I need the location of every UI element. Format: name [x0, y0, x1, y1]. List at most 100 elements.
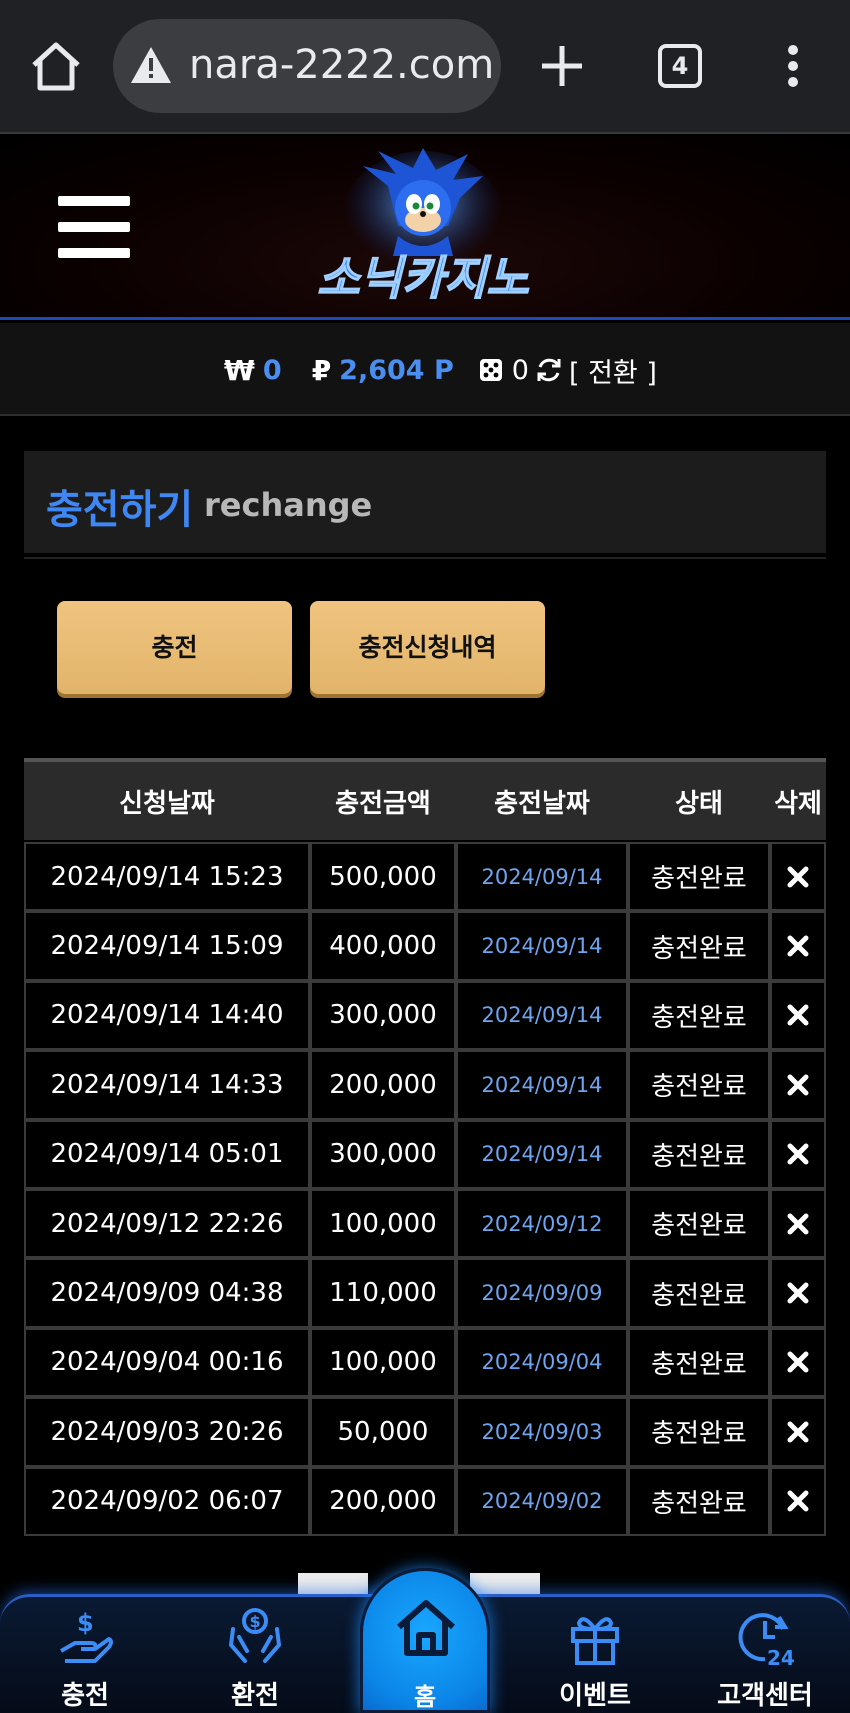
cell-charge-date: 2024/09/04 [456, 1327, 628, 1398]
nav-exchange-label: 환전 [231, 1681, 279, 1711]
cell-charge-date: 2024/09/03 [456, 1397, 628, 1467]
cell-status: 충전완료 [628, 1119, 770, 1189]
close-icon [787, 866, 809, 888]
table-row: 2024/09/04 00:16 100,000 2024/09/04 충전완료 [24, 1327, 826, 1398]
header-request-date: 신청날짜 [119, 788, 215, 819]
address-bar[interactable]: nara-2222.com [113, 19, 501, 113]
cell-request-date: 2024/09/14 14:33 [24, 1050, 310, 1120]
cell-request-date: 2024/09/04 00:16 [24, 1327, 310, 1398]
dice-balance: 0 [511, 354, 529, 386]
divider [24, 557, 826, 559]
warning-icon[interactable] [129, 45, 173, 85]
cell-amount: 400,000 [310, 911, 456, 981]
delete-button[interactable] [770, 1050, 826, 1120]
cell-request-date: 2024/09/14 05:01 [24, 1119, 310, 1189]
header-amount: 충전금액 [335, 788, 431, 819]
cell-charge-date: 2024/09/12 [456, 1188, 628, 1259]
section-header: 충전하기 rechange [24, 451, 826, 553]
cell-charge-date: 2024/09/02 [456, 1466, 628, 1536]
cell-amount: 200,000 [310, 1050, 456, 1120]
charge-history-table: 신청날짜 충전금액 충전날짜 상태 삭제 2024/09/14 15:23 500… [24, 758, 826, 1536]
home-icon[interactable] [28, 38, 84, 94]
cell-charge-date: 2024/09/14 [456, 842, 628, 912]
browser-toolbar: nara-2222.com 4 [0, 0, 850, 134]
header-status: 상태 [675, 788, 723, 819]
page-title: 충전하기 [46, 487, 194, 533]
cell-status: 충전완료 [628, 1050, 770, 1120]
site-header: 소닉카지노 [0, 136, 850, 320]
table-row: 2024/09/14 14:40 300,000 2024/09/14 충전완료 [24, 980, 826, 1051]
cell-charge-date: 2024/09/14 [456, 980, 628, 1051]
delete-button[interactable] [770, 842, 826, 912]
cell-status: 충전완료 [628, 1327, 770, 1398]
table-row: 2024/09/14 15:23 500,000 2024/09/14 충전완료 [24, 842, 826, 912]
cell-request-date: 2024/09/14 14:40 [24, 980, 310, 1051]
cell-request-date: 2024/09/09 04:38 [24, 1258, 310, 1328]
cell-status: 충전완료 [628, 980, 770, 1051]
cell-status: 충전완료 [628, 911, 770, 981]
hamburger-menu-icon[interactable] [58, 196, 130, 258]
delete-button[interactable] [770, 1327, 826, 1398]
close-icon [787, 1004, 809, 1026]
page-subtitle: rechange [204, 486, 373, 524]
cell-amount: 500,000 [310, 842, 456, 912]
delete-button[interactable] [770, 911, 826, 981]
nav-support-label: 고객센터 [717, 1681, 813, 1711]
new-tab-icon[interactable] [538, 42, 586, 90]
more-menu-icon[interactable] [783, 44, 803, 88]
tab-switcher-button[interactable]: 4 [658, 44, 702, 88]
cell-status: 충전완료 [628, 842, 770, 912]
delete-button[interactable] [770, 1397, 826, 1467]
delete-button[interactable] [770, 1188, 826, 1259]
delete-button[interactable] [770, 1119, 826, 1189]
table-row: 2024/09/14 05:01 300,000 2024/09/14 충전완료 [24, 1119, 826, 1189]
nav-exchange[interactable]: $ 환전 [185, 1597, 325, 1713]
refresh-icon[interactable] [535, 356, 563, 384]
cell-amount: 300,000 [310, 980, 456, 1051]
delete-button[interactable] [770, 1258, 826, 1328]
cell-amount: 300,000 [310, 1119, 456, 1189]
nav-event[interactable]: 이벤트 [525, 1597, 665, 1713]
switch-button[interactable]: [ 전환 ] [569, 351, 657, 390]
svg-text:24: 24 [767, 1646, 795, 1667]
nav-charge[interactable]: $ 충전 [15, 1597, 155, 1713]
cell-amount: 200,000 [310, 1466, 456, 1536]
cell-charge-date: 2024/09/14 [456, 911, 628, 981]
nav-support[interactable]: 24 고객센터 [695, 1597, 835, 1713]
svg-text:$: $ [77, 1609, 94, 1637]
balance-bar: ₩ 0 ₽ 2,604 P 0 [ 전환 ] [0, 323, 850, 416]
sonic-casino-logo[interactable]: 소닉카지노 [278, 146, 568, 316]
close-icon [787, 1490, 809, 1512]
svg-text:$: $ [250, 1612, 261, 1631]
header-charge-date: 충전날짜 [494, 788, 590, 819]
support-24h-icon: 24 [738, 1613, 795, 1667]
cell-amount: 110,000 [310, 1258, 456, 1328]
table-body: 2024/09/14 15:23 500,000 2024/09/14 충전완료 202… [24, 842, 826, 1536]
point-icon: ₽ [311, 353, 332, 387]
charge-button[interactable]: 충전 [57, 601, 292, 694]
charge-history-button[interactable]: 충전신청내역 [310, 601, 545, 694]
table-row: 2024/09/14 15:09 400,000 2024/09/14 충전완료 [24, 911, 826, 981]
won-icon: ₩ [224, 353, 255, 387]
delete-button[interactable] [770, 1466, 826, 1536]
nav-charge-label: 충전 [61, 1681, 109, 1711]
nav-home-label: 홈 [413, 1683, 437, 1711]
cell-status: 충전완료 [628, 1188, 770, 1259]
cell-status: 충전완료 [628, 1397, 770, 1467]
table-row: 2024/09/14 14:33 200,000 2024/09/14 충전완료 [24, 1050, 826, 1120]
table-header: 신청날짜 충전금액 충전날짜 상태 삭제 [24, 758, 826, 840]
delete-button[interactable] [770, 980, 826, 1051]
cell-charge-date: 2024/09/14 [456, 1119, 628, 1189]
close-icon [787, 1282, 809, 1304]
cell-amount: 100,000 [310, 1188, 456, 1259]
cell-request-date: 2024/09/14 15:23 [24, 842, 310, 912]
close-icon [787, 1213, 809, 1235]
cell-request-date: 2024/09/14 15:09 [24, 911, 310, 981]
cell-request-date: 2024/09/03 20:26 [24, 1397, 310, 1467]
header-delete: 삭제 [774, 788, 822, 819]
dice-icon [479, 359, 502, 381]
cell-status: 충전완료 [628, 1258, 770, 1328]
nav-home[interactable]: 홈 [360, 1568, 490, 1713]
gift-icon [571, 1617, 619, 1665]
url-text: nara-2222.com [189, 42, 495, 88]
